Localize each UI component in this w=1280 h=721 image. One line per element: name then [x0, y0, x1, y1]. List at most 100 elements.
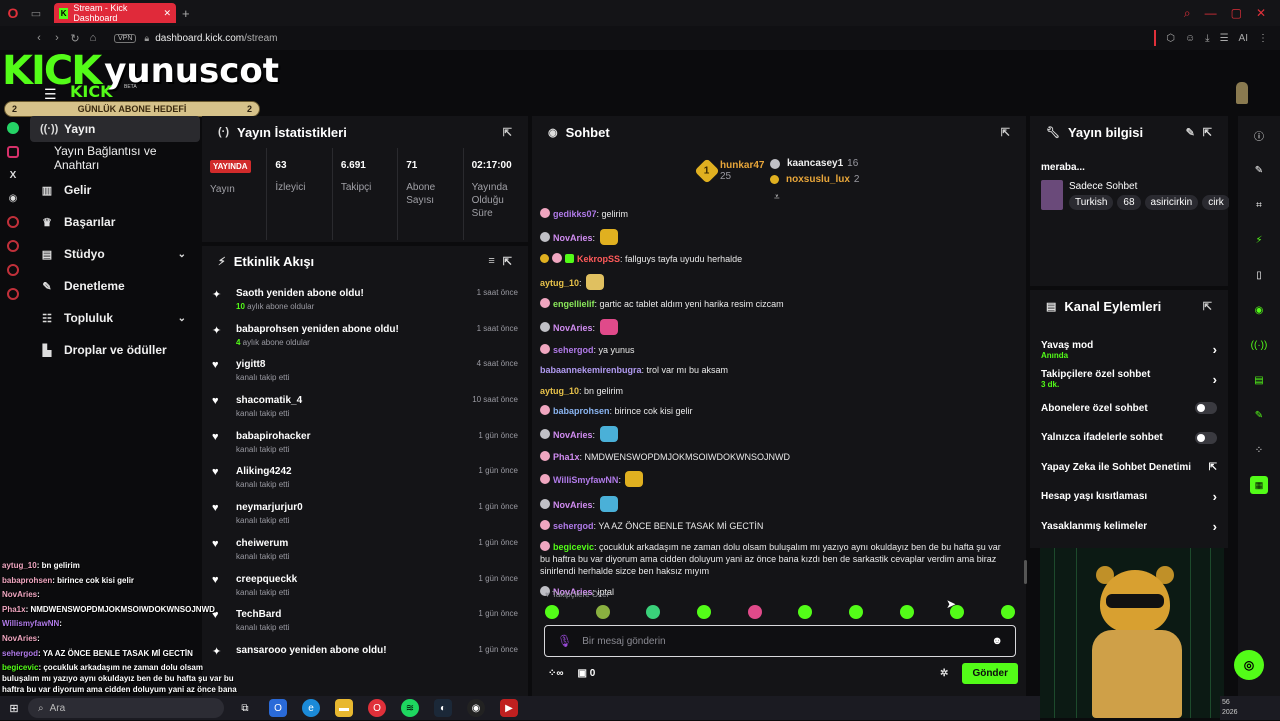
recorder-icon[interactable]: ▶: [500, 699, 518, 717]
chat-scrollbar[interactable]: [1024, 560, 1027, 584]
popout-icon[interactable]: ⇱: [503, 126, 512, 139]
back-icon[interactable]: ‹: [30, 32, 48, 44]
sidebar-item-community[interactable]: ☷ Topluluk ⌄: [30, 302, 200, 334]
sidebar-item-stream-key[interactable]: Yayın Bağlantısı ve Anahtarı: [30, 142, 200, 174]
task-view-icon[interactable]: ⧉: [236, 699, 254, 717]
chat-message[interactable]: NovAries:: [540, 228, 1010, 245]
chat-message[interactable]: NovAries:: [540, 495, 1010, 512]
outlook-icon[interactable]: O: [269, 699, 287, 717]
activity-item[interactable]: ✦ sansarooo yeniden abone oldu! 1 gün ön…: [202, 635, 528, 671]
popout-icon[interactable]: ⇱: [1203, 126, 1212, 139]
activity-item[interactable]: ♥ babapirohacker kanalı takip etti 1 gün …: [202, 421, 528, 457]
channel-action-item[interactable]: Hesap yaşı kısıtlaması ›: [1031, 482, 1227, 511]
leader-1[interactable]: 1 hunkar47 25: [694, 158, 764, 184]
home-icon[interactable]: ⌂: [84, 32, 102, 44]
instagram-icon[interactable]: [7, 146, 19, 158]
chat-username[interactable]: babaannekemirenbugra: [540, 365, 642, 375]
menu-icon[interactable]: ⋮: [1258, 33, 1268, 44]
notes-icon[interactable]: ▯: [1250, 266, 1268, 284]
scan-icon[interactable]: ⌗: [1250, 196, 1268, 214]
activity-item[interactable]: ♥ cheiwerum kanalı takip etti 1 gün önce: [202, 528, 528, 564]
channel-points[interactable]: ▣ 0: [578, 668, 596, 679]
category-thumbnail[interactable]: [1041, 180, 1063, 210]
quick-emote-icon[interactable]: [747, 605, 762, 619]
quick-emote-icon[interactable]: [595, 605, 610, 619]
quick-emote-icon[interactable]: [899, 605, 914, 619]
microphone-icon[interactable]: 🎙︎: [557, 634, 572, 648]
minimize-icon[interactable]: —: [1205, 6, 1217, 21]
chat-message[interactable]: WilliSmyfawNN:: [540, 471, 1010, 488]
chat-username[interactable]: gedikks07: [553, 209, 597, 219]
popout-icon[interactable]: ⇱: [1001, 126, 1010, 139]
system-tray[interactable]: 56 2026: [1220, 696, 1280, 720]
community-icon[interactable]: ⁘: [1250, 441, 1268, 459]
chat-message[interactable]: babaannekemirenbugra: trol var mı bu aks…: [540, 364, 1010, 376]
channel-action-item[interactable]: Yavaş mod Anında ›: [1031, 335, 1227, 364]
channel-action-item[interactable]: Yapay Zeka ile Sohbet Denetimi ⇱: [1031, 453, 1227, 482]
tag[interactable]: cirk: [1202, 195, 1229, 210]
chat-username[interactable]: engellielif: [553, 299, 595, 309]
quick-emote-icon[interactable]: [696, 605, 711, 619]
sidebar-item-revenue[interactable]: ▥ Gelir: [30, 174, 200, 206]
chat-message[interactable]: engellielif: gartic ac tablet aldım yeni…: [540, 298, 1010, 310]
chat-users-icon[interactable]: ⁘∞: [548, 668, 564, 679]
channel-action-item[interactable]: Abonelere özel sohbet: [1031, 394, 1227, 423]
chat-username[interactable]: NovAries: [553, 430, 593, 440]
aria-ai-button[interactable]: AI: [1239, 33, 1248, 44]
chat-username[interactable]: sehergod: [553, 521, 594, 531]
x-twitter-icon[interactable]: X: [10, 170, 17, 181]
chat-icon[interactable]: ◉: [1250, 301, 1268, 319]
chat-message[interactable]: NovAries:: [540, 425, 1010, 442]
sidebar-item-studio[interactable]: ▤ Stüdyo ⌄: [30, 238, 200, 270]
channel-action-item[interactable]: Yasaklanmış kelimeler ›: [1031, 511, 1227, 540]
spotify-icon[interactable]: ≋: [401, 699, 419, 717]
forward-icon[interactable]: ›: [48, 32, 66, 44]
chat-username[interactable]: babaprohsen: [553, 406, 610, 416]
lightning-icon[interactable]: ⚡︎: [1250, 231, 1268, 249]
emoji-icon[interactable]: ☻: [991, 635, 1003, 647]
easy-setup-icon[interactable]: ☰: [1220, 33, 1229, 44]
support-chat-button[interactable]: ◎: [1234, 650, 1264, 680]
chat-message[interactable]: gedikks07: gelirim: [540, 208, 1010, 220]
discord-icon[interactable]: ◉: [9, 193, 18, 204]
wrench-icon[interactable]: ✎: [1250, 406, 1268, 424]
chat-input[interactable]: 🎙︎ Bir mesaj gönderin ☻: [544, 625, 1016, 657]
activity-item[interactable]: ♥ neymarjurjur0 kanalı takip etti 1 gün ö…: [202, 492, 528, 528]
tag[interactable]: Turkish: [1069, 195, 1114, 210]
sidebar-item-stream[interactable]: ((·)) Yayın: [30, 116, 200, 142]
url-field[interactable]: dashboard.kick.com/stream: [155, 33, 277, 44]
quick-emote-icon[interactable]: [545, 605, 559, 619]
expand-leaderboard-icon[interactable]: ⩡: [774, 192, 780, 203]
history-icon[interactable]: [7, 240, 19, 252]
activity-item[interactable]: ♥ shacomatik_4 kanalı takip etti 10 saat …: [202, 385, 528, 421]
chat-message[interactable]: sehergod: YA AZ ÖNCE BENLE TASAK Mİ GECT…: [540, 520, 1010, 532]
sidebar-item-drops[interactable]: ▙ Droplar ve ödüller: [30, 334, 200, 366]
chat-username[interactable]: Pha1x: [553, 452, 580, 462]
obs-icon[interactable]: ◉: [467, 699, 485, 717]
steam-icon[interactable]: ◐: [434, 699, 452, 717]
quick-emote-icon[interactable]: [646, 605, 661, 619]
close-tab-icon[interactable]: ✕: [163, 8, 171, 19]
chat-username[interactable]: sehergod: [553, 345, 594, 355]
sidebar-item-moderation[interactable]: ✎ Denetleme: [30, 270, 200, 302]
quick-emote-icon[interactable]: [798, 605, 813, 619]
edit-icon[interactable]: ✎: [1250, 161, 1268, 179]
leader-3[interactable]: noxsuslu_lux 2: [770, 174, 859, 185]
chat-username[interactable]: WilliSmyfawNN: [553, 475, 618, 485]
chat-username[interactable]: aytug_10: [540, 278, 579, 288]
activity-item[interactable]: ♥ TechBard kanalı takip etti 1 gün önce: [202, 599, 528, 635]
activity-item[interactable]: ✦ babaprohsen yeniden abone oldu! 4 aylık…: [202, 314, 528, 350]
toggle-switch[interactable]: [1195, 402, 1217, 415]
search-icon[interactable]: ⌕: [1184, 6, 1191, 21]
chat-message[interactable]: babaprohsen: birince cok kisi gelir: [540, 405, 1010, 417]
chat-message[interactable]: sehergod: ya yunus: [540, 343, 1010, 356]
tag[interactable]: 68: [1117, 195, 1141, 210]
chat-username[interactable]: aytug_10: [540, 386, 579, 396]
popout-icon[interactable]: ⇱: [1203, 300, 1212, 313]
send-button[interactable]: Gönder: [962, 662, 1018, 684]
chat-username[interactable]: begicevic: [553, 542, 594, 552]
browser-tab-kick[interactable]: K Stream - Kick Dashboard ✕: [54, 3, 176, 23]
whatsapp-icon[interactable]: [7, 122, 19, 134]
activity-item[interactable]: ♥ Aliking4242 kanalı takip etti 1 gün önc…: [202, 456, 528, 492]
sidebar-item-achievements[interactable]: ♛ Başarılar: [30, 206, 200, 238]
